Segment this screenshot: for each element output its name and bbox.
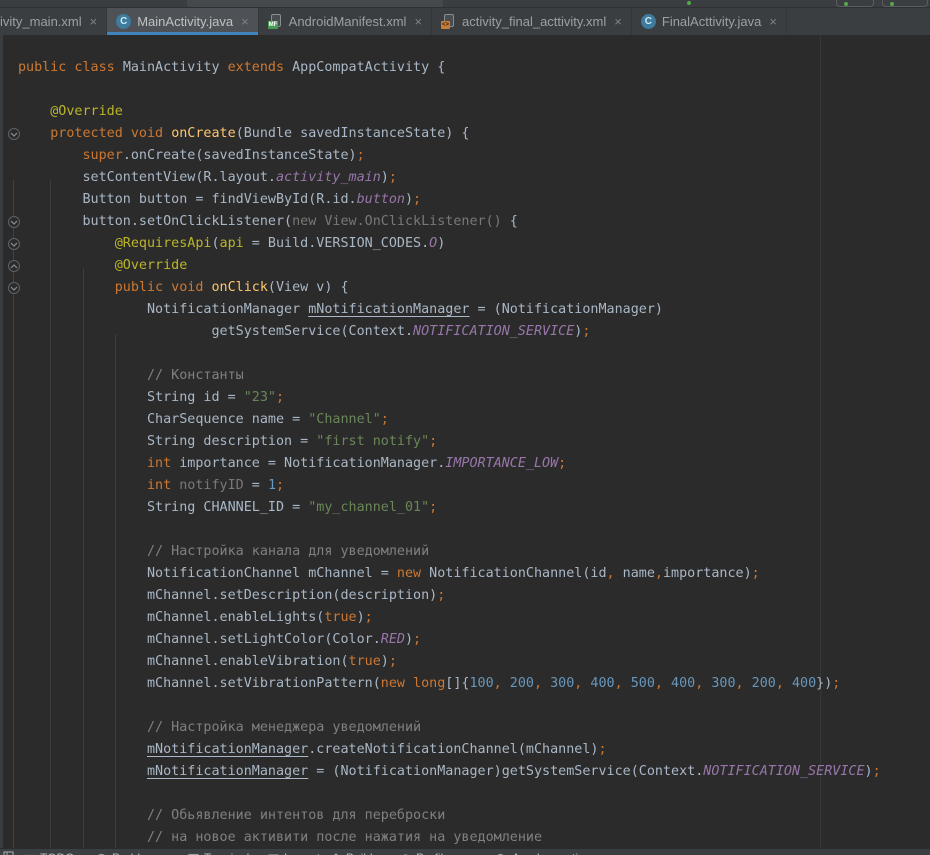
editor-tab-FinalActtivity.java[interactable]: C FinalActtivity.java × xyxy=(632,8,787,35)
code-line[interactable]: CharSequence name = "Channel"; xyxy=(18,409,930,431)
code-line[interactable]: // Константы xyxy=(18,365,930,387)
statusbar-item-terminal[interactable]: Terminal xyxy=(188,851,249,855)
statusbar-item-logcat[interactable]: Logcat xyxy=(268,851,320,855)
code-line[interactable]: // Настройка канала для уведомлений xyxy=(18,541,930,563)
tab-label: activity_final_acttivity.xml xyxy=(462,14,606,29)
statusbar-item-problems[interactable]: Problems xyxy=(96,851,163,855)
toolbar-widget[interactable] xyxy=(882,0,928,7)
run-configuration-combo[interactable] xyxy=(187,0,443,8)
run-icon[interactable] xyxy=(890,2,894,6)
java-class-icon: C xyxy=(116,14,131,29)
editor-tab-ivity_main.xml[interactable]: ivity_main.xml × xyxy=(0,8,107,35)
code-line[interactable]: // на новое активити после нажатия на ув… xyxy=(18,827,930,849)
statusbar-item-label: TODO xyxy=(40,851,74,855)
code-line[interactable]: getSystemService(Context.NOTIFICATION_SE… xyxy=(18,321,930,343)
tab-close-icon[interactable]: × xyxy=(414,14,422,29)
android-studio-window: ivity_main.xml × C MainActivity.java × MF Andr… xyxy=(0,0,930,855)
tab-label: FinalActtivity.java xyxy=(662,14,761,29)
code-line[interactable]: button.setOnClickListener(new View.OnCli… xyxy=(18,211,930,233)
statusbar-item-label: Logcat xyxy=(284,851,320,855)
code-line[interactable]: public class MainActivity extends AppCom… xyxy=(18,57,930,79)
code-line[interactable]: mNotificationManager.createNotificationC… xyxy=(18,739,930,761)
code-line[interactable] xyxy=(18,783,930,805)
editor-tab-bar: ivity_main.xml × C MainActivity.java × MF Andr… xyxy=(0,8,930,35)
tab-label: ivity_main.xml xyxy=(0,14,82,29)
statusbar-item-build[interactable]: Build xyxy=(330,851,373,855)
statusbar-item-todo[interactable]: TODO xyxy=(24,851,74,855)
fold-expand-icon[interactable] xyxy=(8,282,20,294)
tool-window-splitter[interactable] xyxy=(0,35,3,855)
run-icon[interactable] xyxy=(844,2,848,6)
statusbar-item-profiler[interactable]: Profiler xyxy=(400,851,454,855)
editor-tab-MainActivity.java[interactable]: C MainActivity.java × xyxy=(107,8,258,35)
code-line[interactable]: // Обьявление интентов для переброски xyxy=(18,805,930,827)
statusbar-item-label: Terminal xyxy=(204,851,249,855)
panel-icon xyxy=(3,851,14,855)
code-line[interactable]: mChannel.enableLights(true); xyxy=(18,607,930,629)
code-line[interactable]: // Настройка менеджера уведомлений xyxy=(18,717,930,739)
status-bar: TODO Problems Terminal Logcat Build Profiler A… xyxy=(0,848,930,855)
code-line[interactable]: String id = "23"; xyxy=(18,387,930,409)
code-editor: public class MainActivity extends AppCom… xyxy=(0,35,930,855)
tab-label: MainActivity.java xyxy=(137,14,233,29)
code-line[interactable]: @RequiresApi(api = Build.VERSION_CODES.O… xyxy=(18,233,930,255)
editor-tab-AndroidManifest.xml[interactable]: MF AndroidManifest.xml × xyxy=(259,8,432,35)
statusbar-item-label: Profiler xyxy=(416,851,454,855)
statusbar-item-tool-windows[interactable] xyxy=(3,851,14,855)
code-line[interactable]: setContentView(R.layout.activity_main); xyxy=(18,167,930,189)
code-line[interactable]: NotificationManager mNotificationManager… xyxy=(18,299,930,321)
code-area[interactable]: public class MainActivity extends AppCom… xyxy=(18,35,930,855)
tab-close-icon[interactable]: × xyxy=(90,14,98,29)
code-line[interactable]: @Override xyxy=(18,255,930,277)
fold-expand-icon[interactable] xyxy=(8,238,20,250)
tab-close-icon[interactable]: × xyxy=(769,14,777,29)
code-line[interactable] xyxy=(18,343,930,365)
code-line[interactable]: super.onCreate(savedInstanceState); xyxy=(18,145,930,167)
code-line[interactable]: protected void onCreate(Bundle savedInst… xyxy=(18,123,930,145)
statusbar-item-app-inspection[interactable]: App Inspection xyxy=(496,851,591,855)
code-line[interactable]: mChannel.setVibrationPattern(new long[]{… xyxy=(18,673,930,695)
fold-expand-icon[interactable] xyxy=(8,128,20,140)
fold-expand-icon[interactable] xyxy=(8,216,20,228)
toolbar-widget[interactable] xyxy=(836,0,874,7)
editor-tab-activity_final_acttivity.xml[interactable]: <> activity_final_acttivity.xml × xyxy=(432,8,632,35)
statusbar-item-label: App Inspection xyxy=(512,851,591,855)
code-line[interactable]: Button button = findViewById(R.id.button… xyxy=(18,189,930,211)
code-line[interactable]: mNotificationManager = (NotificationMana… xyxy=(18,761,930,783)
tab-close-icon[interactable]: × xyxy=(614,14,622,29)
main-toolbar-partial xyxy=(0,0,930,8)
statusbar-item-label: Problems xyxy=(112,851,163,855)
code-line[interactable]: String description = "first notify"; xyxy=(18,431,930,453)
code-line[interactable] xyxy=(18,79,930,101)
code-line[interactable]: int notifyID = 1; xyxy=(18,475,930,497)
statusbar-item-label: Build xyxy=(346,851,373,855)
run-icon[interactable] xyxy=(687,1,691,5)
tab-label: AndroidManifest.xml xyxy=(289,14,407,29)
code-line[interactable]: mChannel.enableVibration(true); xyxy=(18,651,930,673)
code-line[interactable]: @Override xyxy=(18,101,930,123)
code-line[interactable]: String CHANNEL_ID = "my_channel_01"; xyxy=(18,497,930,519)
code-line[interactable]: public void onClick(View v) { xyxy=(18,277,930,299)
code-line[interactable]: mChannel.setDescription(description); xyxy=(18,585,930,607)
fold-collapse-icon[interactable] xyxy=(8,260,20,272)
code-line[interactable] xyxy=(18,519,930,541)
manifest-file-icon: MF xyxy=(268,14,283,29)
code-line[interactable]: int importance = NotificationManager.IMP… xyxy=(18,453,930,475)
code-line[interactable]: NotificationChannel mChannel = new Notif… xyxy=(18,563,930,585)
code-line[interactable] xyxy=(18,695,930,717)
tab-close-icon[interactable]: × xyxy=(241,14,249,29)
java-class-icon: C xyxy=(641,14,656,29)
code-line[interactable]: mChannel.setLightColor(Color.RED); xyxy=(18,629,930,651)
layout-xml-file-icon: <> xyxy=(441,14,456,29)
